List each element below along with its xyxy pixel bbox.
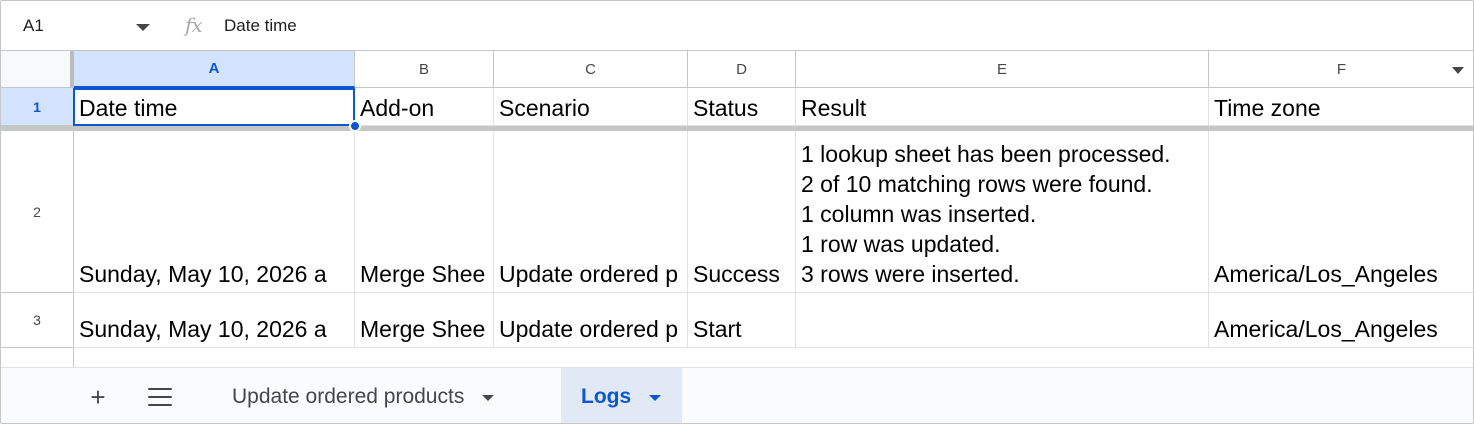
column-header-f[interactable]: F <box>1209 51 1473 88</box>
tab-update-ordered-products[interactable]: Update ordered products <box>212 368 514 423</box>
cell-f2[interactable]: America/Los_Angeles <box>1209 131 1473 293</box>
caret-down-icon[interactable] <box>482 395 495 401</box>
column-header-a[interactable]: A <box>74 51 355 88</box>
formula-bar: A1 fx Date time <box>1 1 1473 51</box>
caret-down-icon[interactable] <box>649 395 662 401</box>
cell-c2[interactable]: Update ordered p <box>494 131 688 293</box>
sheet-tab-label: Update ordered products <box>232 385 465 408</box>
cell-a1[interactable]: Date time <box>74 88 355 126</box>
cell-f1[interactable]: Time zone <box>1209 88 1473 126</box>
result-line: 3 rows were inserted. <box>801 261 1020 287</box>
cell-a3[interactable]: Sunday, May 10, 2026 a <box>74 293 355 348</box>
tab-logs[interactable]: Logs <box>561 368 682 423</box>
result-line: 2 of 10 matching rows were found. <box>801 171 1153 197</box>
cell-b2[interactable]: Merge Shee <box>355 131 494 293</box>
column-header-b[interactable]: B <box>355 51 494 88</box>
result-line: 1 lookup sheet has been processed. <box>801 141 1171 167</box>
menu-icon <box>148 388 172 406</box>
column-header-d[interactable]: D <box>688 51 796 88</box>
formula-input[interactable]: Date time <box>224 16 297 36</box>
cell-e3[interactable] <box>796 293 1209 348</box>
sheet-tab-bar: + Update ordered products Logs <box>1 367 1473 423</box>
column-header-f-label: F <box>1336 60 1347 78</box>
cell-d3[interactable]: Start <box>688 293 796 348</box>
filter-dropdown-icon[interactable] <box>1452 67 1464 74</box>
cell-b3[interactable]: Merge Shee <box>355 293 494 348</box>
column-header-c[interactable]: C <box>494 51 688 88</box>
cell-a2[interactable]: Sunday, May 10, 2026 a <box>74 131 355 293</box>
result-line: 1 row was updated. <box>801 231 1001 257</box>
result-line: 1 column was inserted. <box>801 201 1037 227</box>
fx-icon: fx <box>185 13 203 37</box>
row-header-2[interactable]: 2 <box>1 131 74 293</box>
cell-c1[interactable]: Scenario <box>494 88 688 126</box>
row-header-3[interactable]: 3 <box>1 293 74 348</box>
cell-b1[interactable]: Add-on <box>355 88 494 126</box>
column-header-e[interactable]: E <box>796 51 1209 88</box>
all-sheets-button[interactable] <box>143 380 177 414</box>
cell-e2[interactable]: 1 lookup sheet has been processed. 2 of … <box>796 131 1209 293</box>
name-box[interactable]: A1 <box>10 9 160 43</box>
sheet-tab-label: Logs <box>581 385 632 408</box>
spreadsheet-window: A1 fx Date time A B C D E F 1 Date time … <box>0 0 1474 424</box>
cell-c3[interactable]: Update ordered p <box>494 293 688 348</box>
cell-d2[interactable]: Success <box>688 131 796 293</box>
chevron-down-icon[interactable] <box>136 24 150 31</box>
sheet-grid: A B C D E F 1 Date time Add-on Scenario … <box>1 51 1473 367</box>
select-all-corner[interactable] <box>1 51 74 88</box>
plus-icon[interactable]: + <box>81 380 115 414</box>
row-header-1[interactable]: 1 <box>1 88 74 126</box>
cell-d1[interactable]: Status <box>688 88 796 126</box>
name-box-value: A1 <box>23 16 44 35</box>
cell-f3[interactable]: America/Los_Angeles <box>1209 293 1473 348</box>
row-header-4-partial[interactable] <box>1 348 74 367</box>
fill-handle[interactable] <box>349 120 361 132</box>
cell-e1[interactable]: Result <box>796 88 1209 126</box>
